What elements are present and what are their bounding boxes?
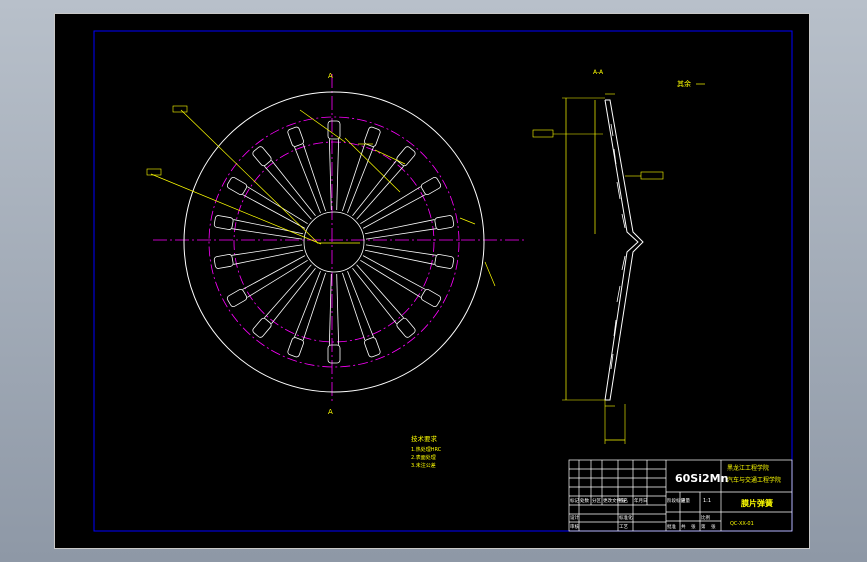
- finger-slot-line: [336, 273, 340, 345]
- finger-slot-line: [336, 139, 340, 211]
- title-block-label: 重量: [681, 497, 690, 504]
- notes-line-3: 3.未注公差: [411, 462, 436, 469]
- section-label-top: A: [328, 72, 333, 80]
- tolerance-frame-1: [532, 129, 554, 138]
- slot-group: [213, 120, 455, 364]
- leader-line-2: [150, 173, 322, 245]
- finger-slot-line: [271, 159, 316, 216]
- finger-slot-line: [328, 273, 332, 345]
- title-block-label: 标准化: [619, 514, 633, 521]
- spring-profile: [604, 99, 644, 401]
- cad-window: A A A-A 其余 技术要求 1.热处理HRC 2.表面处理 3.未注公差 6…: [0, 0, 867, 562]
- title-block-label: 张: [691, 523, 696, 530]
- slot-window: [213, 215, 234, 230]
- slot-window: [226, 177, 248, 195]
- section-label-bottom: A: [328, 408, 333, 416]
- school-line-2: 汽车与交通工程学院: [727, 476, 781, 484]
- material-text: 60Si2Mn: [675, 472, 728, 485]
- finger-slot-line: [231, 228, 303, 240]
- slot-window: [327, 120, 341, 140]
- slot-window: [434, 215, 455, 230]
- scale-value: 1:1: [703, 498, 711, 504]
- title-block-labels: 标记 处数 分区 更改文件号签名 年月日设计 标准化阶段标记重量比例审核 工艺 批准共张第张: [570, 497, 716, 530]
- slot-window: [252, 146, 272, 167]
- section-view: A-A 其余: [532, 69, 705, 444]
- finger-slot-line: [328, 139, 332, 211]
- notes-line-2: 2.表面处理: [411, 454, 436, 461]
- title-block-label: 批准: [667, 523, 676, 530]
- slot-window: [396, 146, 416, 167]
- slot-window: [287, 337, 304, 358]
- dim-line-1: [299, 109, 346, 143]
- title-block-label: 分区: [592, 497, 601, 504]
- slot-inner-pitch-circle: [233, 141, 435, 343]
- slot-window: [287, 126, 304, 147]
- title-block-label: 工艺: [619, 524, 628, 530]
- section-view-label: A-A: [593, 69, 604, 76]
- notes-line-1: 1.热处理HRC: [411, 446, 442, 453]
- finger-slot-line: [231, 244, 303, 256]
- dim-line-7: [484, 261, 496, 287]
- slot-window: [213, 254, 234, 269]
- title-block-label: 审核: [570, 523, 579, 530]
- leader-line-1: [180, 109, 318, 243]
- leader-tag-2: [146, 168, 162, 176]
- title-block-label: 标记: [570, 497, 579, 504]
- drawing-frame: [93, 30, 793, 532]
- finger-slot-line: [365, 228, 437, 240]
- profile-slots: [610, 123, 626, 370]
- finger-slot-line: [271, 268, 316, 325]
- inner-hole-circle: [303, 211, 365, 273]
- school-line-1: 黑龙江工程学院: [727, 464, 769, 472]
- finger-slot-line: [365, 244, 437, 256]
- dim-line-6: [459, 217, 476, 225]
- slot-window: [364, 337, 381, 358]
- outer-edge-circle: [183, 91, 485, 393]
- title-block-label: 张: [711, 523, 716, 530]
- finger-slot-line: [352, 159, 397, 216]
- finger-slot-line: [352, 268, 397, 325]
- front-view: A A: [146, 72, 525, 416]
- title-block-label: 签名: [619, 497, 628, 504]
- title-block-label: 年月日: [634, 497, 648, 504]
- dim-line-4: [374, 149, 406, 165]
- slot-window: [396, 317, 416, 338]
- drawing-number: QC-XX-01: [730, 521, 754, 527]
- slot-window: [434, 254, 455, 269]
- title-block-label: 设计: [570, 514, 579, 521]
- slot-window: [327, 344, 341, 364]
- title-block-label: 第: [701, 523, 706, 530]
- slot-outer-pitch-circle: [208, 116, 460, 368]
- tolerance-frame-2: [640, 171, 664, 180]
- slot-window: [420, 289, 442, 307]
- roughness-note: 其余: [677, 79, 691, 88]
- drawing-sheet: A A A-A 其余 技术要求 1.热处理HRC 2.表面处理 3.未注公差 6…: [54, 13, 810, 549]
- slot-window: [252, 317, 272, 338]
- drawing-canvas[interactable]: A A A-A 其余 技术要求 1.热处理HRC 2.表面处理 3.未注公差 6…: [55, 14, 811, 550]
- technical-notes: 技术要求 1.热处理HRC 2.表面处理 3.未注公差: [411, 434, 442, 469]
- slot-window: [420, 177, 442, 195]
- notes-title: 技术要求: [411, 434, 438, 443]
- title-block-label: 处数: [580, 497, 589, 504]
- leader-tag-1: [172, 105, 188, 113]
- title-block-label: 比例: [701, 514, 710, 521]
- part-name: 膜片弹簧: [741, 498, 773, 508]
- slot-window: [226, 289, 248, 307]
- title-block-label: 共: [681, 523, 686, 530]
